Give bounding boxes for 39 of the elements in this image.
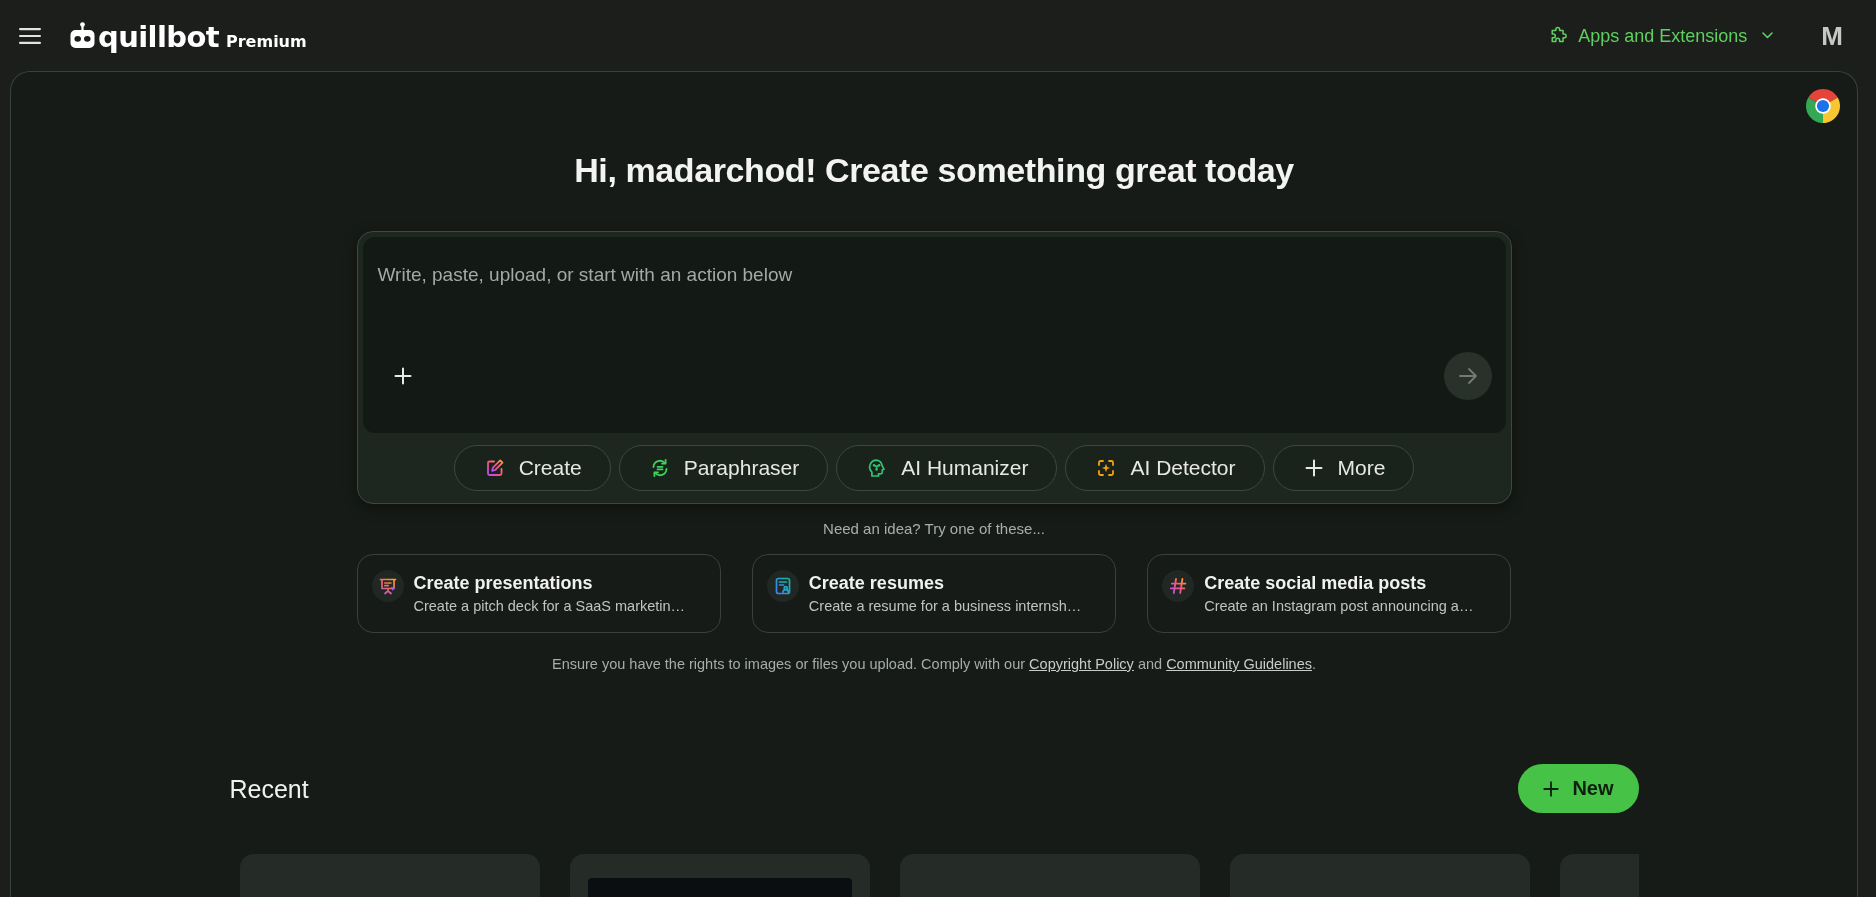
browser-logo-icon[interactable] bbox=[1806, 89, 1840, 123]
tool-button[interactable]: AI Humanizer bbox=[836, 445, 1058, 491]
idea-title: Create social media posts bbox=[1204, 572, 1428, 594]
idea-title: Create resumes bbox=[808, 572, 945, 594]
idea-prompt: Need an idea? Try one of these... bbox=[823, 520, 1045, 538]
sparkle-frame-icon bbox=[1096, 458, 1117, 478]
pencil-square-icon bbox=[484, 458, 505, 478]
greeting-heading: Hi, madarchod! Create something great today bbox=[574, 151, 1294, 189]
tool-button[interactable]: Paraphraser bbox=[618, 445, 829, 491]
robot-head-icon[interactable] bbox=[70, 22, 95, 48]
document-person-icon bbox=[766, 570, 799, 602]
tool-button[interactable]: Create bbox=[453, 445, 611, 491]
disclaimer-text: Ensure you have the rights to images or files you upload. Comply with our Copyright Policy and Community Guidelines. bbox=[551, 655, 1317, 674]
arrow-right-icon bbox=[1456, 365, 1479, 387]
tool-button[interactable]: More bbox=[1272, 445, 1415, 491]
plus-icon bbox=[1542, 779, 1561, 798]
brand-name: quillbot bbox=[98, 22, 219, 52]
policy-link[interactable]: Copyright Policy bbox=[1029, 656, 1134, 672]
idea-description: Create a pitch deck for a SaaS marketin… bbox=[413, 597, 686, 616]
tool-button[interactable]: AI Detector bbox=[1065, 445, 1265, 491]
idea-description: Create an Instagram post announcing a… bbox=[1204, 597, 1474, 616]
plus-icon[interactable] bbox=[392, 366, 413, 386]
section-title: Recent bbox=[229, 773, 309, 804]
hash-icon bbox=[1162, 570, 1195, 602]
puzzle-icon bbox=[1549, 26, 1569, 45]
plus-icon bbox=[1303, 458, 1324, 478]
new-button[interactable]: New bbox=[1518, 764, 1639, 813]
idea-description: Create a resume for a business internsh… bbox=[808, 597, 1082, 616]
head-icon bbox=[867, 458, 888, 478]
apps-menu-button[interactable]: Apps and Extensions bbox=[1549, 24, 1774, 47]
presentation-board-icon bbox=[371, 570, 404, 602]
menu-icon[interactable] bbox=[19, 27, 41, 44]
idea-card[interactable]: Create presentations Create a pitch deck for a SaaS marketin… bbox=[356, 554, 721, 633]
idea-title: Create presentations bbox=[413, 572, 594, 594]
prompt-field[interactable]: Write, paste, upload, or start with an action below bbox=[362, 237, 1506, 433]
plan-label: Premium bbox=[226, 32, 307, 52]
idea-card[interactable]: Create resumes Create a resume for a business internsh… bbox=[751, 554, 1117, 633]
policy-link[interactable]: Community Guidelines bbox=[1166, 656, 1312, 672]
idea-card[interactable]: Create social media posts Create an Instagram post announcing a… bbox=[1147, 554, 1512, 633]
